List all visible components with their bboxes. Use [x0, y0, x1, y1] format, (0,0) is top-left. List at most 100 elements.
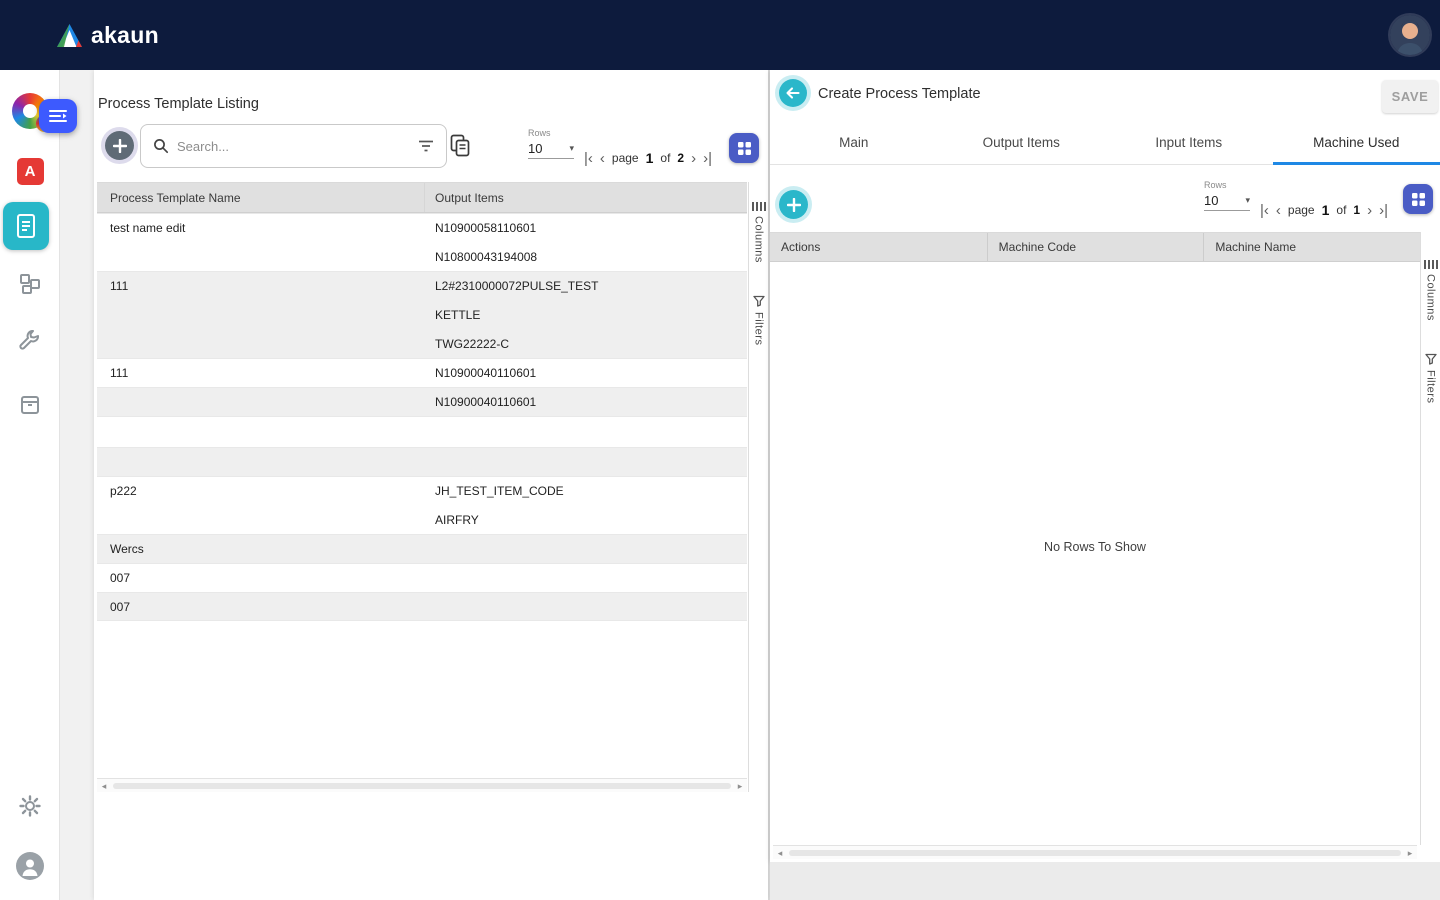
- table-row[interactable]: p222 JH_TEST_ITEM_CODE: [97, 476, 747, 505]
- table-row[interactable]: [97, 447, 747, 476]
- rows-per-page-select[interactable]: 10 ▾: [528, 141, 574, 159]
- columns-icon[interactable]: [752, 202, 766, 211]
- rows-per-page: Rows 10 ▾: [1204, 180, 1256, 211]
- tab-input-items[interactable]: Input Items: [1105, 120, 1273, 164]
- nav-pdf[interactable]: A: [0, 158, 60, 185]
- save-button[interactable]: SAVE: [1382, 80, 1438, 113]
- tab-bar: Main Output Items Input Items Machine Us…: [770, 120, 1440, 165]
- nav-settings[interactable]: [0, 794, 60, 818]
- next-page-button[interactable]: ›: [1367, 203, 1372, 218]
- filter-list-icon[interactable]: [418, 139, 434, 153]
- create-process-template-panel: Create Process Template SAVE Main Output…: [770, 70, 1440, 862]
- cell-output-item: N10900058110601: [425, 221, 747, 235]
- column-header-machine-code[interactable]: Machine Code: [987, 233, 1204, 261]
- cell-template-name: 111: [97, 366, 425, 380]
- table-row[interactable]: N10900040110601: [97, 387, 747, 416]
- tab-label: Machine Used: [1313, 135, 1399, 150]
- last-page-button[interactable]: ›|: [1379, 203, 1388, 218]
- chevron-down-icon: ▾: [1245, 195, 1250, 206]
- duplicate-form-icon[interactable]: [450, 134, 471, 157]
- pagination: |‹ ‹ page 1 of 2 › ›|: [584, 150, 712, 166]
- scroll-right-arrow[interactable]: ▸: [733, 779, 747, 793]
- prev-page-button[interactable]: ‹: [1276, 203, 1281, 218]
- cell-output-item: KETTLE: [425, 308, 747, 322]
- table-row[interactable]: 007: [97, 592, 747, 621]
- rows-per-page-select[interactable]: 10 ▾: [1204, 193, 1250, 211]
- nav-machines[interactable]: [0, 272, 60, 296]
- document-icon: [3, 202, 49, 250]
- table-row[interactable]: 111 N10900040110601: [97, 358, 747, 387]
- columns-tab[interactable]: Columns: [753, 216, 765, 263]
- cell-output-item: N10800043194008: [425, 250, 747, 264]
- table-row[interactable]: N10800043194008: [97, 242, 747, 271]
- table-row[interactable]: [97, 416, 747, 447]
- column-header-actions[interactable]: Actions: [770, 233, 987, 261]
- rows-label: Rows: [528, 128, 580, 138]
- search-input[interactable]: [177, 139, 410, 154]
- tab-output-items[interactable]: Output Items: [938, 120, 1106, 164]
- back-button[interactable]: [779, 79, 807, 107]
- profile-avatar-icon: [16, 852, 44, 880]
- column-header-template-name[interactable]: Process Template Name: [97, 183, 425, 212]
- table-row[interactable]: AIRFRY: [97, 505, 747, 534]
- column-header-machine-name[interactable]: Machine Name: [1203, 233, 1420, 261]
- table-row[interactable]: TWG22222-C: [97, 329, 747, 358]
- tab-label: Input Items: [1155, 135, 1222, 150]
- cell-output-item: JH_TEST_ITEM_CODE: [425, 484, 747, 498]
- rows-per-page-value: 10: [1204, 193, 1218, 208]
- chevron-down-icon: ▾: [569, 143, 574, 154]
- columns-tab[interactable]: Columns: [1425, 274, 1437, 321]
- cell-template-name: 007: [97, 600, 425, 614]
- table-row[interactable]: 007: [97, 563, 747, 592]
- scrollbar-thumb[interactable]: [789, 850, 1401, 856]
- grid-view-button[interactable]: [729, 133, 759, 163]
- cell-template-name: Wercs: [97, 542, 425, 556]
- next-page-button[interactable]: ›: [691, 151, 696, 166]
- app-logo[interactable]: akaun: [56, 22, 159, 49]
- total-pages: 1: [1353, 203, 1360, 217]
- process-template-listing-panel: Process Template Listing R: [94, 70, 768, 900]
- listing-table-header: Process Template Name Output Items: [97, 182, 747, 213]
- page-background: [770, 862, 1440, 900]
- scroll-right-arrow[interactable]: ▸: [1403, 846, 1417, 860]
- scroll-left-arrow[interactable]: ◂: [97, 779, 111, 793]
- nav-tools[interactable]: [0, 330, 60, 354]
- scrollbar-track[interactable]: [787, 849, 1403, 857]
- total-pages: 2: [677, 151, 684, 165]
- page-title: Process Template Listing: [98, 96, 259, 112]
- pdf-icon: A: [17, 158, 44, 185]
- panel-title: Create Process Template: [818, 86, 981, 102]
- tab-machine-used[interactable]: Machine Used: [1273, 120, 1440, 164]
- tab-main[interactable]: Main: [770, 120, 938, 164]
- table-row[interactable]: 111 L2#2310000072PULSE_TEST: [97, 271, 747, 300]
- columns-icon[interactable]: [1424, 260, 1438, 269]
- grid-side-toolbar: Columns Filters: [748, 182, 768, 792]
- column-header-output-items[interactable]: Output Items: [425, 183, 747, 212]
- machines-icon: [18, 272, 42, 296]
- last-page-button[interactable]: ›|: [703, 151, 712, 166]
- grid-view-button[interactable]: [1403, 184, 1433, 214]
- scrollbar-track[interactable]: [111, 782, 733, 790]
- table-row[interactable]: test name edit N10900058110601: [97, 213, 747, 242]
- table-row[interactable]: Wercs: [97, 534, 747, 563]
- filters-icon[interactable]: [753, 295, 765, 307]
- scrollbar-thumb[interactable]: [113, 783, 731, 789]
- filters-tab[interactable]: Filters: [753, 312, 765, 345]
- first-page-button[interactable]: |‹: [584, 151, 593, 166]
- user-avatar[interactable]: [1390, 15, 1430, 55]
- filters-tab[interactable]: Filters: [1425, 370, 1437, 403]
- nav-profile[interactable]: [0, 852, 60, 880]
- tab-label: Output Items: [983, 135, 1060, 150]
- prev-page-button[interactable]: ‹: [600, 151, 605, 166]
- expand-menu-button[interactable]: [39, 99, 77, 133]
- plus-icon: [787, 198, 801, 212]
- table-row[interactable]: KETTLE: [97, 300, 747, 329]
- add-machine-button[interactable]: [779, 190, 808, 219]
- page-label: page: [612, 151, 639, 165]
- nav-documents-active[interactable]: [0, 202, 56, 250]
- nav-inventory[interactable]: [0, 392, 60, 416]
- first-page-button[interactable]: |‹: [1260, 203, 1269, 218]
- add-template-button[interactable]: [105, 131, 134, 160]
- filters-icon[interactable]: [1425, 353, 1437, 365]
- scroll-left-arrow[interactable]: ◂: [773, 846, 787, 860]
